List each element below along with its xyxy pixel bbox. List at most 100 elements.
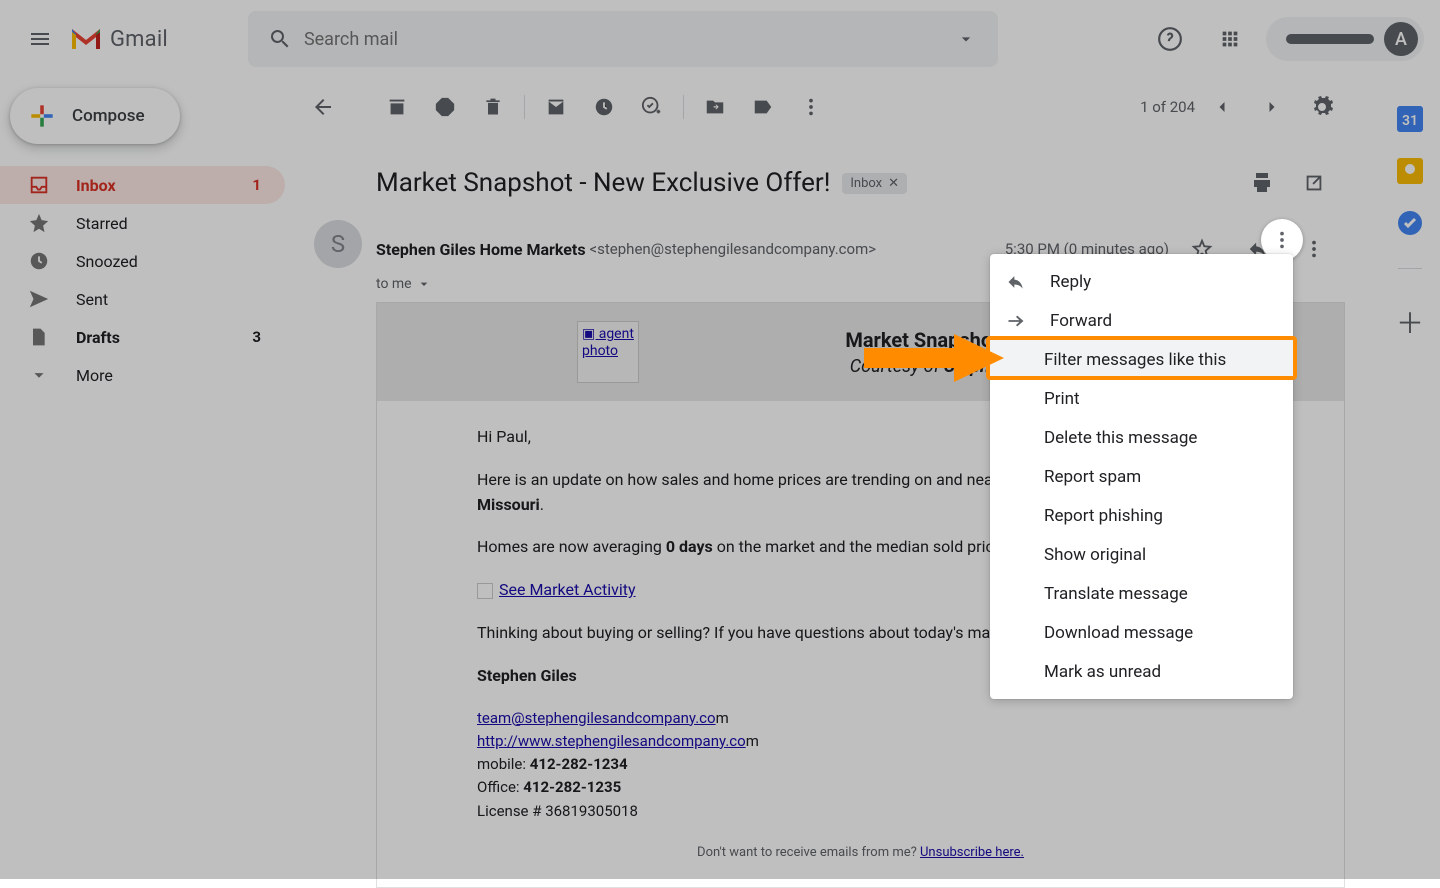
search-options-button[interactable] — [942, 15, 990, 63]
calendar-addon-icon[interactable]: 31 — [1397, 106, 1423, 132]
menu-item-mark-as-unread[interactable]: Mark as unread — [990, 652, 1293, 691]
menu-item-print[interactable]: Print — [990, 379, 1293, 418]
gear-icon — [1310, 95, 1334, 119]
sidebar: Compose Inbox 1 Starred Snoozed Sent Dra… — [0, 78, 285, 879]
agent-photo-placeholder: ▣ agent photo — [577, 321, 639, 383]
header-bar: Gmail A — [0, 0, 1440, 78]
hamburger-icon — [28, 27, 52, 51]
gmail-m-icon — [68, 25, 104, 53]
sidebar-item-sent[interactable]: Sent — [0, 280, 285, 318]
add-to-tasks-button[interactable] — [629, 84, 675, 130]
caret-down-small-icon — [416, 276, 432, 292]
kebab-icon — [1303, 238, 1325, 260]
more-toolbar-button[interactable] — [788, 84, 834, 130]
rail-separator — [1398, 268, 1422, 269]
menu-item-forward[interactable]: Forward — [990, 301, 1293, 340]
email-subject: Market Snapshot - New Exclusive Offer! — [376, 168, 830, 198]
arrow-left-icon — [311, 95, 335, 119]
sidebar-item-count: 3 — [252, 328, 261, 346]
gmail-logo[interactable]: Gmail — [68, 25, 168, 53]
search-bar[interactable] — [248, 11, 998, 67]
compose-button[interactable]: Compose — [10, 88, 180, 144]
image-placeholder-icon — [477, 583, 493, 599]
google-apps-button[interactable] — [1206, 15, 1254, 63]
print-icon — [1250, 171, 1274, 195]
kebab-icon — [1271, 229, 1293, 251]
search-button[interactable] — [256, 15, 304, 63]
chevron-right-icon — [1262, 97, 1282, 117]
caret-down-icon — [956, 29, 976, 49]
delete-button[interactable] — [470, 84, 516, 130]
menu-item-filter-messages-like-this[interactable]: Filter messages like this — [990, 340, 1293, 379]
account-name-redacted — [1286, 34, 1374, 44]
compose-label: Compose — [72, 106, 145, 126]
clock-icon — [593, 96, 615, 118]
search-icon — [268, 27, 292, 51]
right-side-panel: 31 ＋ — [1380, 78, 1440, 339]
sidebar-item-more[interactable]: More — [0, 356, 285, 394]
snooze-button[interactable] — [581, 84, 627, 130]
sidebar-item-label: More — [76, 366, 113, 385]
sidebar-item-inbox[interactable]: Inbox 1 — [0, 166, 285, 204]
trash-icon — [483, 96, 503, 118]
open-in-new-button[interactable] — [1291, 160, 1337, 206]
labels-button[interactable] — [740, 84, 786, 130]
contact-block: team@stephengilesandcompany.com http://w… — [477, 707, 1244, 823]
pager-prev-button[interactable] — [1199, 84, 1245, 130]
file-icon — [28, 326, 52, 348]
contact-url-link[interactable]: http://www.stephengilesandcompany.co — [477, 732, 746, 750]
chevron-left-icon — [1212, 97, 1232, 117]
sidebar-item-label: Snoozed — [76, 252, 138, 271]
account-avatar: A — [1384, 22, 1418, 56]
settings-gear-button[interactable] — [1299, 84, 1345, 130]
chip-remove-icon[interactable]: ✕ — [888, 176, 899, 191]
subject-row: Market Snapshot - New Exclusive Offer! I… — [300, 136, 1345, 214]
search-container — [248, 11, 998, 67]
sidebar-item-drafts[interactable]: Drafts 3 — [0, 318, 285, 356]
back-button[interactable] — [300, 84, 346, 130]
forward-icon — [1006, 311, 1028, 331]
main-menu-button[interactable] — [16, 15, 64, 63]
label-icon — [752, 96, 774, 118]
popout-icon — [1303, 172, 1325, 194]
archive-button[interactable] — [374, 84, 420, 130]
menu-item-translate-message[interactable]: Translate message — [990, 574, 1293, 613]
pager-next-button[interactable] — [1249, 84, 1295, 130]
inbox-icon — [28, 174, 52, 196]
unsubscribe-line: Don't want to receive emails from me? Un… — [477, 843, 1244, 863]
label-chip-inbox[interactable]: Inbox✕ — [842, 173, 907, 194]
pager-text: 1 of 204 — [1140, 98, 1195, 116]
tasks-addon-icon[interactable] — [1397, 210, 1423, 236]
move-to-button[interactable] — [692, 84, 738, 130]
sidebar-item-label: Inbox — [76, 176, 116, 195]
search-input[interactable] — [304, 29, 942, 50]
add-addon-button[interactable]: ＋ — [1393, 305, 1427, 339]
menu-item-show-original[interactable]: Show original — [990, 535, 1293, 574]
star-icon — [28, 212, 52, 234]
report-spam-button[interactable] — [422, 84, 468, 130]
sender-name: Stephen Giles Home Markets — [376, 240, 586, 259]
apps-grid-icon — [1219, 28, 1241, 50]
keep-addon-icon[interactable] — [1397, 158, 1423, 184]
support-button[interactable] — [1146, 15, 1194, 63]
sender-avatar[interactable]: S — [314, 220, 362, 268]
mark-unread-button[interactable] — [533, 84, 579, 130]
kebab-icon — [800, 96, 822, 118]
message-context-menu: Reply Forward Filter messages like this … — [990, 254, 1293, 699]
print-all-button[interactable] — [1239, 160, 1285, 206]
menu-item-reply[interactable]: Reply — [990, 262, 1293, 301]
menu-item-report-spam[interactable]: Report spam — [990, 457, 1293, 496]
menu-item-download-message[interactable]: Download message — [990, 613, 1293, 652]
sidebar-item-label: Drafts — [76, 328, 120, 347]
unsubscribe-link[interactable]: Unsubscribe here. — [920, 845, 1024, 860]
clock-icon — [28, 250, 52, 272]
sidebar-item-label: Starred — [76, 214, 128, 233]
message-toolbar: 1 of 204 — [300, 78, 1345, 136]
pager: 1 of 204 — [1140, 84, 1345, 130]
sidebar-item-starred[interactable]: Starred — [0, 204, 285, 242]
sidebar-item-snoozed[interactable]: Snoozed — [0, 242, 285, 280]
menu-item-delete-this-message[interactable]: Delete this message — [990, 418, 1293, 457]
contact-email-link[interactable]: team@stephengilesandcompany.co — [477, 709, 716, 727]
menu-item-report-phishing[interactable]: Report phishing — [990, 496, 1293, 535]
account-switcher[interactable]: A — [1266, 17, 1424, 61]
